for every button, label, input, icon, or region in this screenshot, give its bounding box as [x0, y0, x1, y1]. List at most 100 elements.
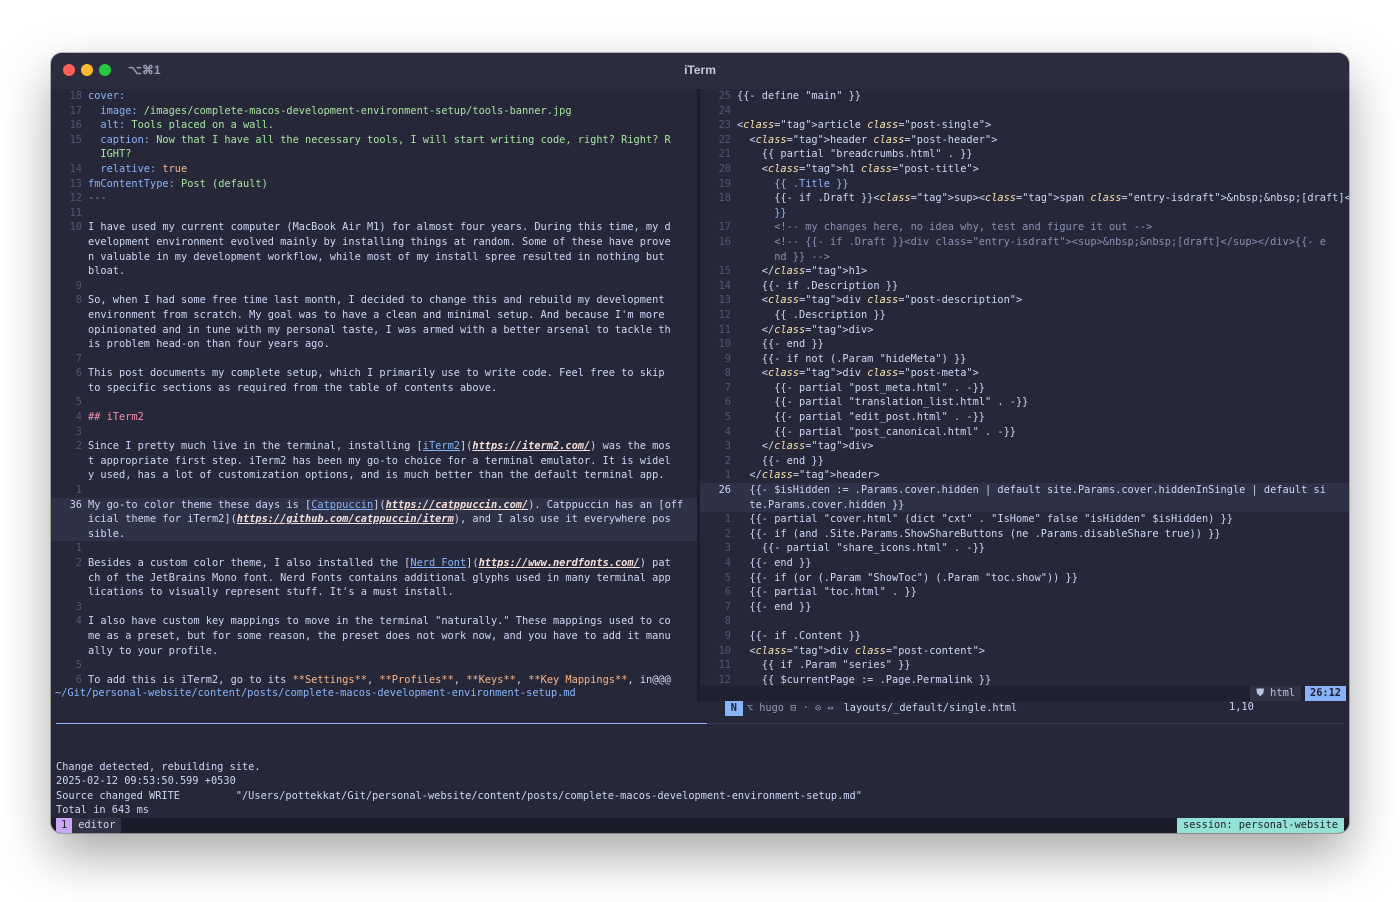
html-line[interactable]: }} — [700, 206, 1349, 221]
html-line[interactable]: 1 </class="tag">header> — [700, 468, 1349, 483]
markdown-line[interactable]: IGHT? — [51, 147, 697, 162]
html-line[interactable]: 25 {{- define "main" }} — [700, 89, 1349, 104]
html-line[interactable]: 12 {{ .Description }} — [700, 308, 1349, 323]
line-text: icial theme for iTerm2](https://github.c… — [88, 513, 671, 526]
html-line[interactable]: 2 {{- if (and .Site.Params.ShowShareButt… — [700, 527, 1349, 542]
html-line[interactable]: 20 <class="tag">h1 class="post-title"> — [700, 162, 1349, 177]
markdown-line[interactable]: is problem head-on than four years ago. — [51, 337, 697, 352]
line-number: 15 — [69, 133, 82, 146]
html-line[interactable]: 3 {{- partial "share_icons.html" . -}} — [700, 541, 1349, 556]
markdown-line[interactable]: 13 fmContentType: Post (default) — [51, 177, 697, 192]
markdown-line[interactable]: 6 To add this is iTerm2, go to its **Sett… — [51, 673, 697, 686]
line-number: 11 — [69, 206, 82, 219]
markdown-line[interactable]: bloat. — [51, 264, 697, 279]
html-line[interactable]: 21 {{ partial "breadcrumbs.html" . }} — [700, 147, 1349, 162]
html-line[interactable]: 7 {{- partial "post_meta.html" . -}} — [700, 381, 1349, 396]
markdown-line[interactable]: 2 Since I pretty much live in the termina… — [51, 439, 697, 454]
markdown-line[interactable]: 3 — [51, 600, 697, 615]
line-number: 7 — [724, 381, 731, 394]
markdown-line[interactable]: 12 --- — [51, 191, 697, 206]
markdown-line[interactable]: sible. — [51, 526, 697, 542]
markdown-line[interactable]: ally to your profile. — [51, 644, 697, 659]
html-line[interactable]: 9 {{- if not (.Param "hideMeta") }} — [700, 352, 1349, 367]
html-line[interactable]: 5 {{- if (or (.Param "ShowToc") (.Param … — [700, 571, 1349, 586]
html-line[interactable]: 12 {{ $currentPage := .Page.Permalink }} — [700, 673, 1349, 686]
tmux-window-tab[interactable]: 1 editor — [56, 818, 122, 833]
markdown-line[interactable]: n valuable in my development workflow, w… — [51, 250, 697, 265]
markdown-line[interactable]: 4 I also have custom key mappings to move… — [51, 614, 697, 629]
markdown-line[interactable]: to specific sections as required from th… — [51, 381, 697, 396]
html-line[interactable]: 13 <class="tag">div class="post-descript… — [700, 293, 1349, 308]
markdown-line[interactable]: 5 — [51, 395, 697, 410]
markdown-line[interactable]: 14 relative: true — [51, 162, 697, 177]
line-text: ch of the JetBrains Mono font. Nerd Font… — [88, 571, 671, 584]
markdown-line[interactable]: 6 This post documents my complete setup, … — [51, 366, 697, 381]
html-line[interactable]: 10 <class="tag">div class="post-content"… — [700, 644, 1349, 659]
line-number: 3 — [724, 542, 731, 555]
markdown-line[interactable]: 3 — [51, 425, 697, 440]
markdown-line[interactable]: 5 — [51, 658, 697, 673]
line-number: 20 — [718, 162, 731, 175]
line-number: 12 — [718, 308, 731, 321]
html-line[interactable]: 18 {{- if .Draft }}<class="tag">sup><cla… — [700, 191, 1349, 206]
line-text: I have used my current computer (MacBook… — [88, 221, 671, 234]
html-line[interactable]: 22 <class="tag">header class="post-heade… — [700, 133, 1349, 148]
html-line[interactable]: 24 — [700, 104, 1349, 119]
markdown-line[interactable]: y used, has a lot of customization optio… — [51, 468, 697, 483]
html-line[interactable]: 2 {{- end }} — [700, 454, 1349, 469]
markdown-line[interactable]: 8 So, when I had some free time last mont… — [51, 293, 697, 308]
line-number: 4 — [724, 425, 731, 438]
html-line[interactable]: 4 {{- partial "post_canonical.html" . -}… — [700, 425, 1349, 440]
markdown-line[interactable]: 2 Besides a custom color theme, I also in… — [51, 556, 697, 571]
markdown-line[interactable]: 10 I have used my current computer (MacBo… — [51, 220, 697, 235]
markdown-line[interactable]: environment from scratch. My goal was to… — [51, 308, 697, 323]
html-line[interactable]: 8 — [700, 614, 1349, 629]
line-text: <!-- my changes here, no idea why, test … — [737, 221, 1153, 234]
markdown-line[interactable]: 16 alt: Tools placed on a wall. — [51, 118, 697, 133]
line-number: 15 — [718, 265, 731, 278]
html-line[interactable]: 1 {{- partial "cover.html" (dict "cxt" .… — [700, 512, 1349, 527]
html-line[interactable]: 5 {{- partial "edit_post.html" . -}} — [700, 410, 1349, 425]
html-line[interactable]: 8 <class="tag">div class="post-meta"> — [700, 366, 1349, 381]
html-line[interactable]: 4 {{- end }} — [700, 556, 1349, 571]
line-number: 6 — [75, 367, 82, 380]
markdown-line[interactable]: 36 My go-to color theme these days is [Ca… — [51, 497, 697, 513]
markdown-line[interactable]: 17 image: /images/complete-macos-develop… — [51, 104, 697, 119]
markdown-line[interactable]: 1 — [51, 541, 697, 556]
html-line[interactable]: 14 {{- if .Description }} — [700, 279, 1349, 294]
markdown-line[interactable]: opinionated and in tune with my personal… — [51, 323, 697, 338]
markdown-line[interactable]: ch of the JetBrains Mono font. Nerd Font… — [51, 571, 697, 586]
markdown-line[interactable]: evelopment environment evolved mainly by… — [51, 235, 697, 250]
html-line[interactable]: 23 <class="tag">article class="post-singl… — [700, 118, 1349, 133]
html-line[interactable]: 9 {{- if .Content }} — [700, 629, 1349, 644]
markdown-editor-pane[interactable]: 18 cover: 17 image: /images/complete-macos… — [51, 89, 697, 686]
html-line[interactable]: 3 </class="tag">div> — [700, 439, 1349, 454]
html-line[interactable]: 17 <!-- my changes here, no idea why, te… — [700, 220, 1349, 235]
html-line[interactable]: 16 <!-- {{- if .Draft }}<div class="entr… — [700, 235, 1349, 250]
html-editor-pane[interactable]: 25 {{- define "main" }} 24 23 <class="tag">a… — [700, 89, 1349, 686]
markdown-line[interactable]: 7 — [51, 352, 697, 367]
markdown-line[interactable]: 4 ## iTerm2 — [51, 410, 697, 425]
html-line[interactable]: 11 {{ if .Param "series" }} — [700, 658, 1349, 673]
markdown-line[interactable]: 11 — [51, 206, 697, 221]
html-line[interactable]: 10 {{- end }} — [700, 337, 1349, 352]
line-number: 2 — [724, 527, 731, 540]
markdown-line[interactable]: me as a preset, but for some reason, the… — [51, 629, 697, 644]
markdown-line[interactable]: 15 caption: Now that I have all the nece… — [51, 133, 697, 148]
html-line[interactable]: 15 </class="tag">h1> — [700, 264, 1349, 279]
html-line[interactable]: nd }} --> — [700, 250, 1349, 265]
html-line[interactable]: 11 </class="tag">div> — [700, 323, 1349, 338]
markdown-line[interactable]: 1 — [51, 483, 697, 498]
html-line[interactable]: 6 {{- partial "toc.html" . }} — [700, 585, 1349, 600]
html-line[interactable]: 26 {{- $isHidden := .Params.cover.hidden… — [700, 483, 1349, 498]
markdown-line[interactable]: icial theme for iTerm2](https://github.c… — [51, 512, 697, 527]
markdown-line[interactable]: lications to visually represent stuff. I… — [51, 585, 697, 600]
html-line[interactable]: 7 {{- end }} — [700, 600, 1349, 615]
html-line[interactable]: 6 {{- partial "translation_list.html" . … — [700, 395, 1349, 410]
server-log-pane[interactable]: Change detected, rebuilding site. 2025-02… — [56, 745, 862, 818]
markdown-line[interactable]: 18 cover: — [51, 89, 697, 104]
html-line[interactable]: 19 {{ .Title }} — [700, 177, 1349, 192]
html-line[interactable]: te.Params.cover.hidden }} — [700, 497, 1349, 513]
markdown-line[interactable]: t appropriate first step. iTerm2 has bee… — [51, 454, 697, 469]
markdown-line[interactable]: 9 — [51, 279, 697, 294]
